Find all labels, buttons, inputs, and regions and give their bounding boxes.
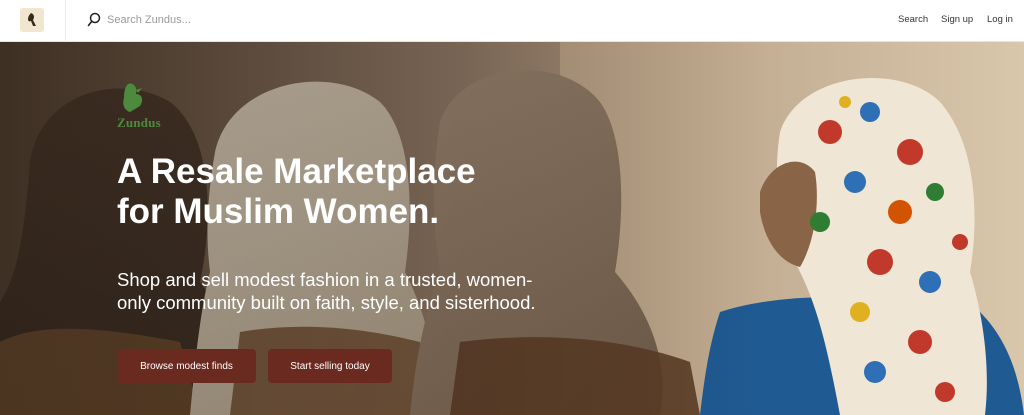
hero-subtitle-line1: Shop and sell modest fashion in a truste…: [117, 269, 533, 290]
nav-link-login[interactable]: Log in: [987, 14, 1013, 26]
bird-logo-icon: [28, 13, 36, 26]
nav-link-signup[interactable]: Sign up: [941, 14, 973, 26]
top-navbar: Search Sign up Log in: [0, 0, 1024, 42]
hero-title-line1: A Resale Marketplace: [117, 152, 476, 191]
search-input[interactable]: [107, 12, 407, 28]
hero-title: A Resale Marketplace for Muslim Women.: [117, 152, 637, 232]
browse-modest-finds-button[interactable]: Browse modest finds: [117, 349, 256, 383]
logo-button[interactable]: [20, 8, 44, 32]
hero-subtitle-line2: only community built on faith, style, an…: [117, 292, 536, 313]
navbar-divider: [65, 0, 66, 42]
nav-link-search[interactable]: Search: [898, 14, 928, 26]
hero-subtitle: Shop and sell modest fashion in a truste…: [117, 268, 637, 314]
hero-title-line2: for Muslim Women.: [117, 192, 440, 231]
hero-section: Zundus A Resale Marketplace for Muslim W…: [0, 42, 1024, 415]
brand-name: Zundus: [117, 115, 161, 130]
search-icon[interactable]: [87, 12, 101, 28]
start-selling-button[interactable]: Start selling today: [268, 349, 392, 383]
